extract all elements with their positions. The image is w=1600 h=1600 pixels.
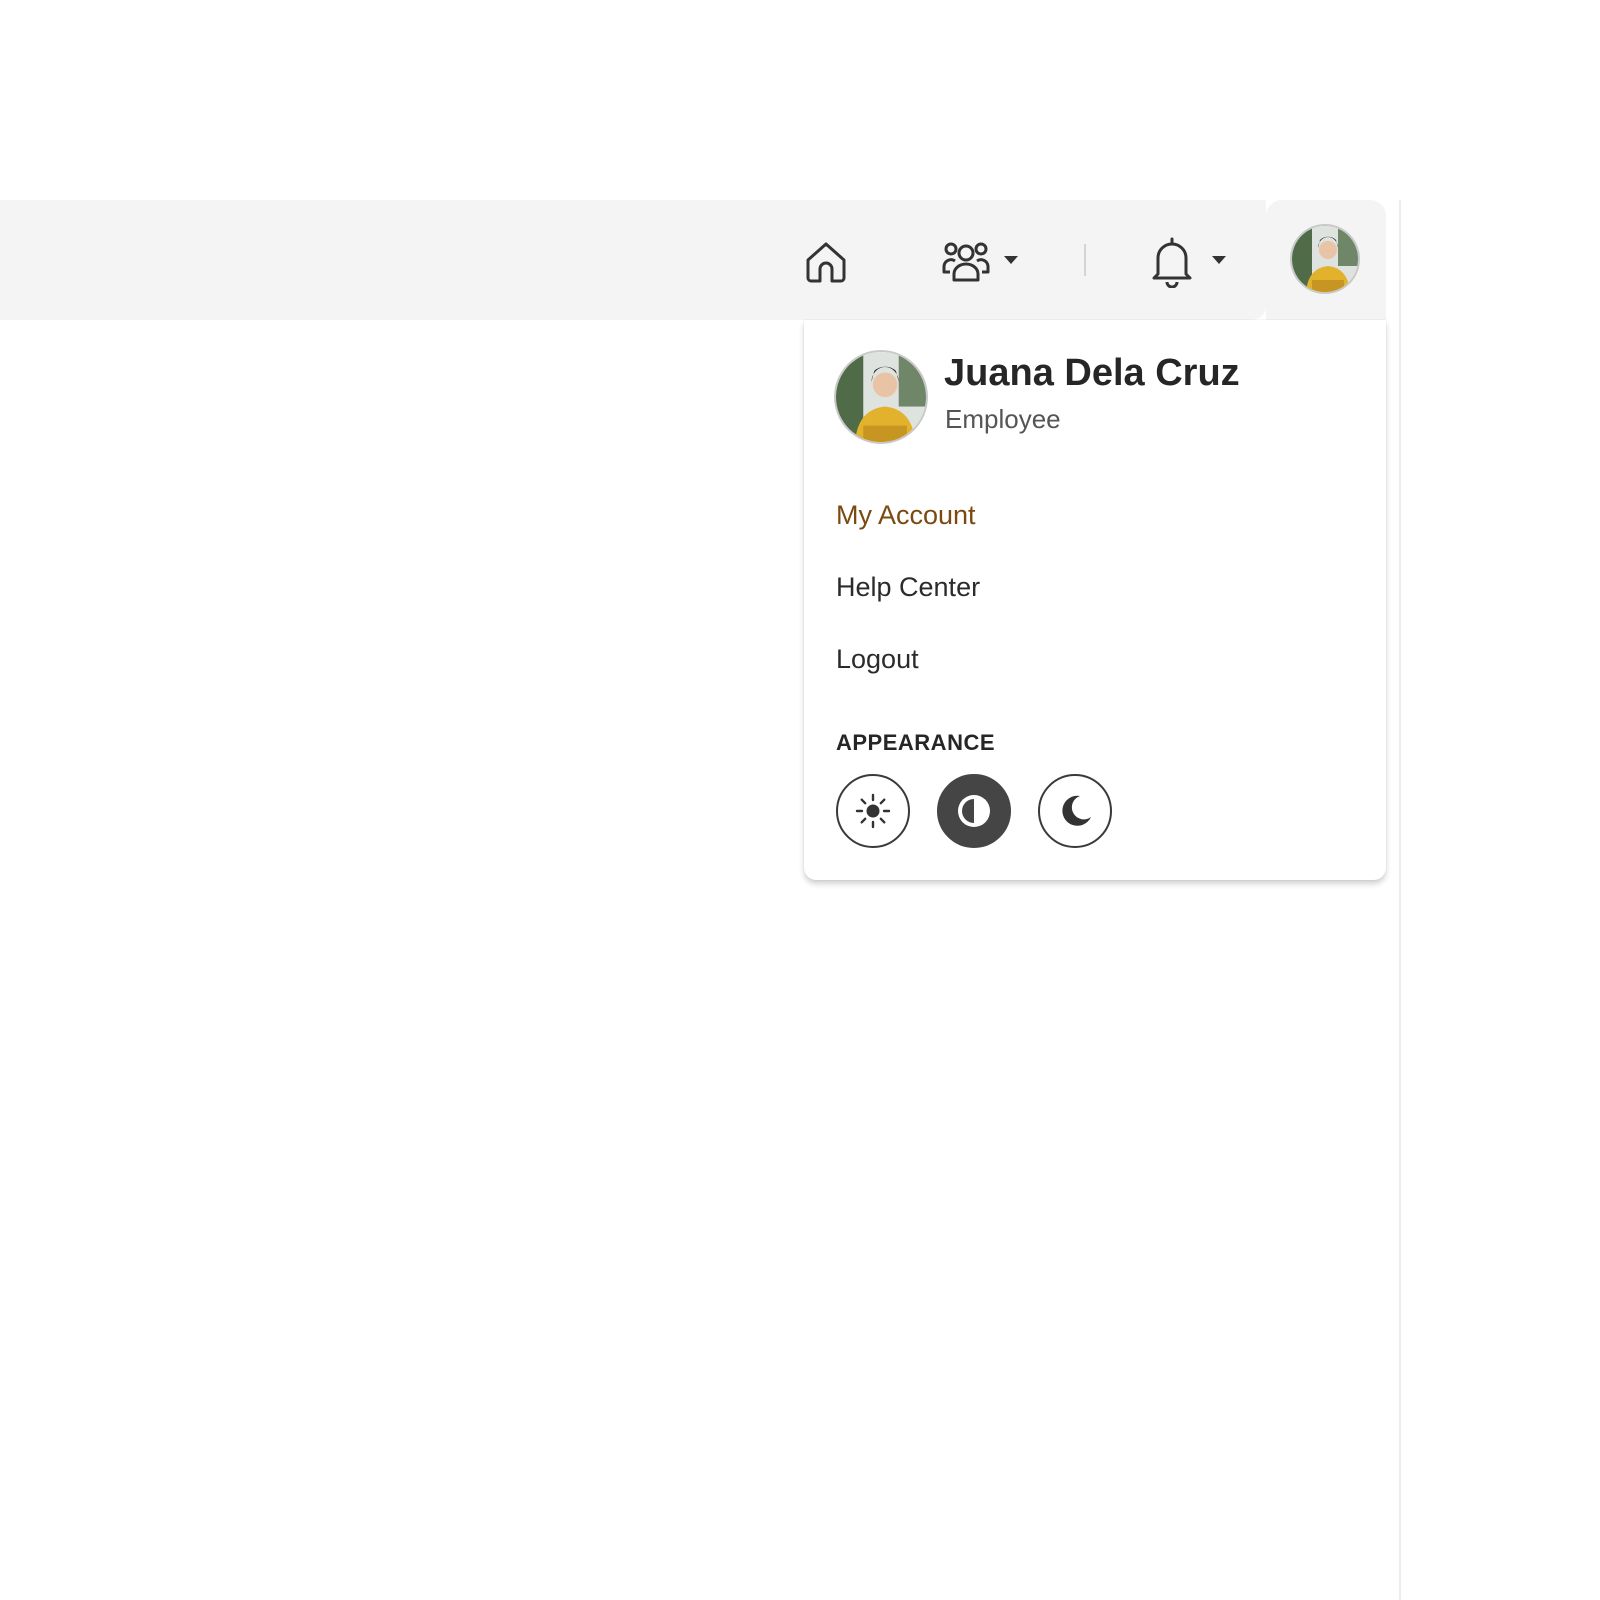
top-navbar: [0, 200, 1266, 320]
home-icon: [806, 242, 846, 283]
team-button[interactable]: [938, 234, 994, 290]
menu-item-my-account[interactable]: My Account: [836, 500, 976, 531]
appearance-label: APPEARANCE: [836, 730, 996, 755]
theme-auto-button[interactable]: [937, 774, 1011, 848]
home-button[interactable]: [800, 236, 852, 288]
notifications-dropdown-caret[interactable]: [1212, 256, 1226, 264]
menu-item-help-center[interactable]: Help Center: [836, 572, 980, 603]
user-name: Juana Dela Cruz: [944, 352, 1240, 394]
contrast-icon: [958, 795, 990, 827]
avatar-image: [1292, 226, 1358, 292]
notifications-button[interactable]: [1148, 234, 1196, 290]
theme-light-button[interactable]: [836, 774, 910, 848]
team-dropdown-caret[interactable]: [1004, 256, 1018, 264]
user-menu-dropdown: Juana Dela Cruz Employee My Account Help…: [804, 320, 1386, 880]
user-avatar-button[interactable]: [1292, 226, 1358, 292]
page: Juana Dela Cruz Employee My Account Help…: [0, 0, 1600, 1600]
team-icon: [942, 242, 990, 282]
theme-dark-button[interactable]: [1038, 774, 1112, 848]
bell-icon: [1152, 237, 1192, 288]
user-role: Employee: [945, 404, 1061, 434]
moon-icon: [1062, 795, 1091, 826]
profile-avatar-image: [836, 352, 926, 442]
content-edge: [1399, 200, 1401, 1600]
sun-icon: [855, 793, 891, 829]
menu-item-logout[interactable]: Logout: [836, 644, 919, 675]
profile-avatar: [836, 352, 926, 442]
nav-divider: [1084, 244, 1086, 276]
